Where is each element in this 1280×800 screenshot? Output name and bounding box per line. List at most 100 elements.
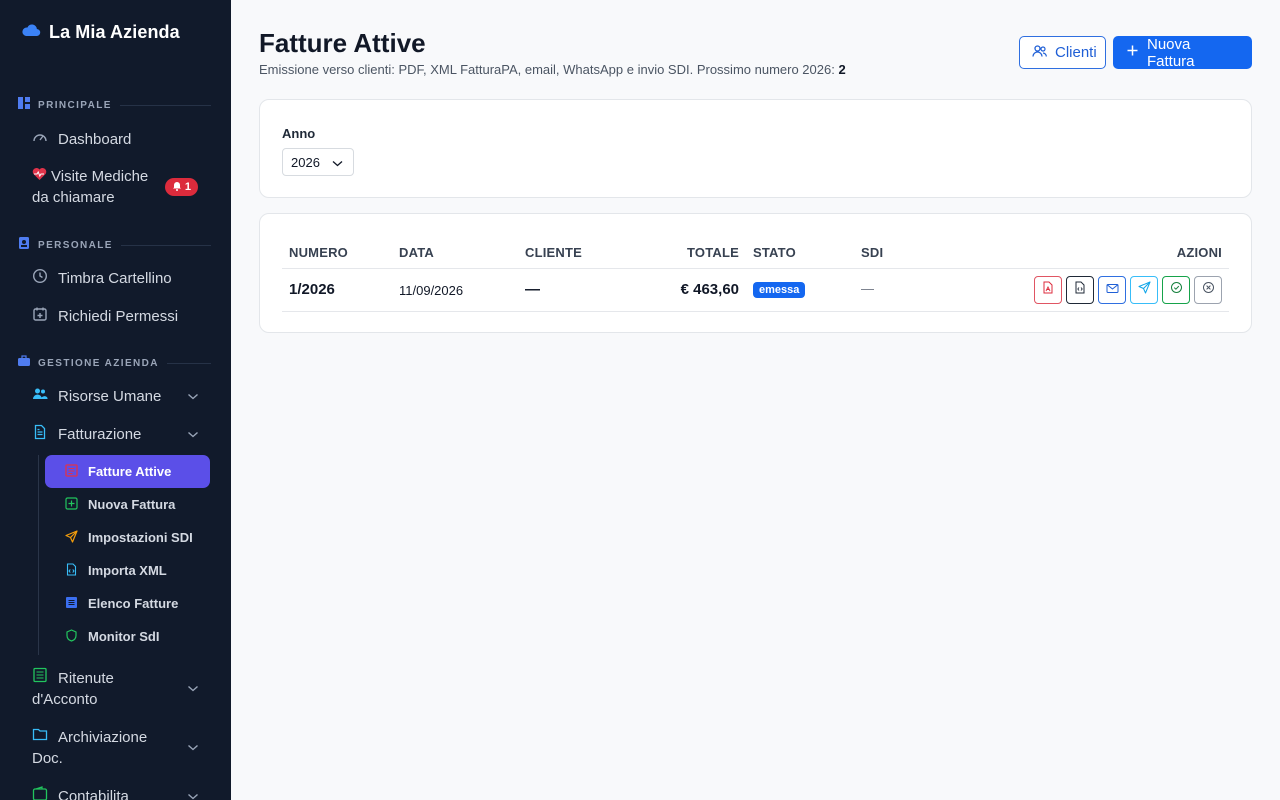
sidebar-item-label: Timbra Cartellino [58,269,172,287]
column-header-sdi[interactable]: SDI [861,245,883,260]
column-header-numero[interactable]: NUMERO [289,245,348,260]
page-subtitle: Emissione verso clienti: PDF, XML Fattur… [259,62,846,77]
users-icon [1032,44,1047,62]
section-personale: PERSONALE [18,236,211,254]
chevron-down-icon [187,678,199,699]
sidebar-item-label: Ritenute [58,669,114,687]
sidebar-item-archiviazione-doc[interactable]: Archiviazione Doc. [32,726,211,768]
divider [120,244,211,246]
cell-totale: € 463,60 [680,281,739,298]
download-pdf-button[interactable] [1034,276,1062,304]
sidebar-item-contabilita[interactable]: Contabilita [32,786,211,800]
sidebar-item-richiedi-permessi[interactable]: Richiedi Permessi [32,306,211,326]
sidebar-subitem-label: Impostazioni SDI [88,530,193,545]
filter-card: Anno 2026 [259,99,1252,198]
column-header-data[interactable]: DATA [399,245,434,260]
list-icon [65,596,78,612]
cell-cliente: — [525,281,540,298]
divider [119,104,211,106]
mark-delivered-button[interactable] [1162,276,1190,304]
sidebar-item-timbra-cartellino[interactable]: Timbra Cartellino [32,268,211,288]
chevron-down-icon [332,155,343,170]
cloud-icon [21,22,41,43]
sidebar-subitem-label: Importa XML [88,563,167,578]
page-title: Fatture Attive [259,28,426,58]
send-icon [65,529,78,546]
submenu-guide-line [38,455,39,655]
sidebar-subitem-nuova-fattura[interactable]: Nuova Fattura [45,488,210,521]
cell-data: 11/09/2026 [399,283,464,298]
users-icon [32,386,48,406]
badge-icon [18,236,30,254]
column-header-cliente[interactable]: CLIENTE [525,245,582,260]
year-select[interactable]: 2026 [282,148,354,176]
sidebar-item-dashboard[interactable]: Dashboard [32,129,211,149]
brand-name: La Mia Azienda [49,22,180,42]
sidebar-item-label: Visite Mediche [51,168,149,185]
brand[interactable]: La Mia Azienda [21,22,180,43]
chevron-down-icon [187,788,199,800]
clock-icon [32,268,48,288]
sidebar-item-label: Contabilita [58,787,129,800]
clienti-button[interactable]: Clienti [1019,36,1106,69]
send-icon [1138,281,1151,299]
sidebar-subitem-impostazioni-sdi[interactable]: Impostazioni SDI [45,521,210,554]
chevron-down-icon [187,426,199,443]
sidebar-item-label: Archiviazione [58,728,148,746]
status-badge: emessa [753,282,806,298]
chevron-down-icon [187,388,199,405]
briefcase-icon [18,354,30,372]
alert-count: 1 [184,181,191,193]
file-pdf-icon [1042,281,1054,299]
send-email-button[interactable] [1098,276,1126,304]
file-code-icon [1074,281,1086,299]
sidebar-item-label: Richiedi Permessi [58,307,179,325]
divider [166,362,211,364]
grid-icon [18,96,30,114]
sidebar-subitem-elenco-fatture[interactable]: Elenco Fatture [45,587,210,620]
main-content: Fatture Attive Emissione verso clienti: … [231,0,1280,800]
ledger-icon [32,667,48,689]
column-header-totale[interactable]: TOTALE [660,245,739,260]
sidebar-item-label: Fatturazione [58,425,142,443]
year-select-value: 2026 [291,154,320,170]
file-code-icon [65,562,78,579]
cancel-invoice-button[interactable] [1194,276,1222,304]
alert-badge: 1 [164,178,198,196]
send-sdi-button[interactable] [1130,276,1158,304]
sidebar-item-fatturazione[interactable]: Fatturazione [32,424,211,444]
nuova-fattura-button[interactable]: Nuova Fattura [1113,35,1252,70]
sidebar-subitem-monitor-sdi[interactable]: Monitor SdI [45,620,210,653]
year-filter-label: Anno [282,126,316,141]
bell-icon [172,181,182,194]
download-xml-button[interactable] [1066,276,1094,304]
plus-icon [1126,44,1139,61]
next-number: 2 [838,62,846,77]
section-label: PRINCIPALE [38,99,112,111]
sidebar-item-label-2: d'Acconto [32,691,98,708]
sidebar-subitem-label: Monitor SdI [88,629,160,644]
table-row-divider [282,311,1229,312]
sidebar-subitem-label: Elenco Fatture [88,596,179,611]
sidebar-item-label-2: da chiamare [32,189,115,206]
sidebar-item-ritenute-acconto[interactable]: Ritenute d'Acconto [32,667,211,709]
column-header-azioni: AZIONI [1176,245,1222,260]
section-label: GESTIONE AZIENDA [38,357,159,369]
sidebar-item-risorse-umane[interactable]: Risorse Umane [32,386,211,406]
sidebar-subitem-fatture-attive[interactable]: Fatture Attive [45,455,210,488]
cell-numero: 1/2026 [289,281,335,298]
clienti-button-label: Clienti [1055,44,1097,61]
envelope-icon [1106,281,1119,299]
sidebar: La Mia Azienda PRINCIPALE Dashboard Visi… [0,0,231,800]
nuova-fattura-button-label: Nuova Fattura [1147,35,1195,70]
receipt-icon [65,463,78,480]
cell-sdi: — [861,281,874,296]
sidebar-item-label-2: Doc. [32,750,63,767]
column-header-stato[interactable]: STATO [753,245,796,260]
sidebar-subitem-importa-xml[interactable]: Importa XML [45,554,210,587]
sidebar-item-label: Dashboard [58,130,132,148]
section-label: PERSONALE [38,239,113,251]
plus-square-icon [65,496,78,513]
subtitle-text: Emissione verso clienti: PDF, XML Fattur… [259,62,835,77]
sidebar-subitem-label: Fatture Attive [88,464,172,479]
